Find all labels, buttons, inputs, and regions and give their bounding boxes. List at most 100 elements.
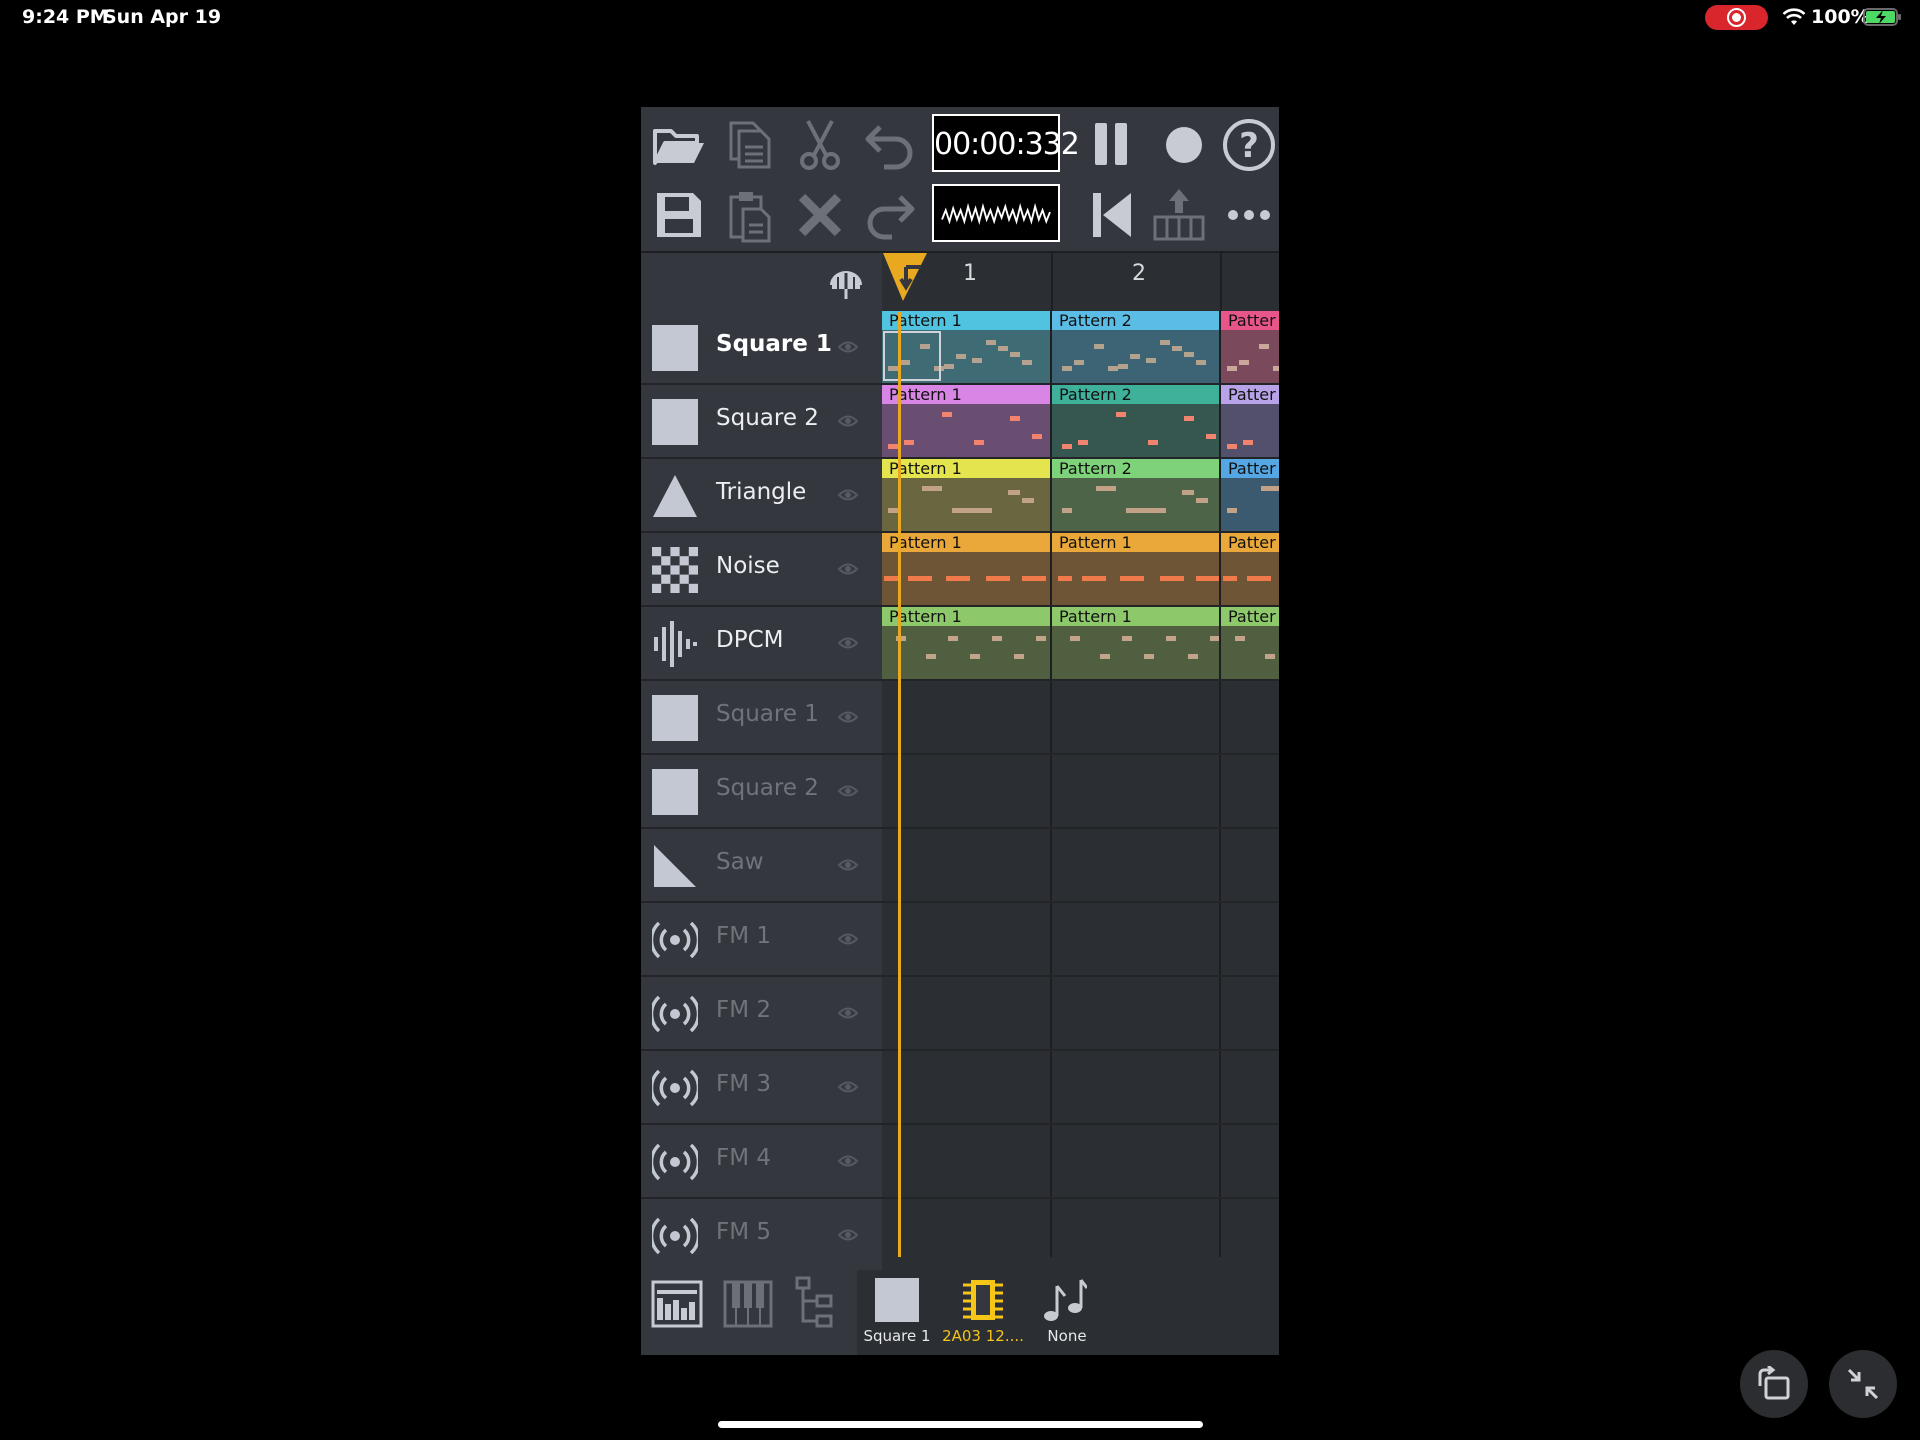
fm-icon[interactable] [649, 1065, 701, 1111]
pattern-block[interactable]: Patter [1221, 311, 1279, 383]
pattern-block[interactable]: Patter [1221, 385, 1279, 457]
channel-row[interactable]: FM 4 [641, 1125, 882, 1199]
visibility-eye-icon[interactable] [837, 487, 859, 503]
fm-icon[interactable] [649, 917, 701, 963]
channel-row[interactable]: FM 2 [641, 977, 882, 1051]
visibility-eye-icon[interactable] [837, 1227, 859, 1243]
expansion-label[interactable]: 2A03 12.... [938, 1327, 1028, 1345]
home-indicator[interactable] [718, 1421, 1203, 1428]
arpeggio-notes-icon[interactable] [1041, 1276, 1087, 1326]
channel-row[interactable]: FM 5 [641, 1199, 882, 1273]
open-folder-icon[interactable] [651, 117, 707, 173]
visibility-eye-icon[interactable] [837, 1005, 859, 1021]
piano-roll-view-icon[interactable] [723, 1280, 773, 1328]
project-explorer-icon[interactable] [795, 1276, 835, 1330]
collapse-button[interactable] [1829, 1350, 1897, 1418]
help-icon[interactable]: ? [1221, 117, 1277, 173]
record-icon[interactable] [1156, 117, 1212, 173]
note [1188, 654, 1198, 659]
fm-icon[interactable] [649, 1213, 701, 1259]
note [1116, 412, 1126, 417]
channel-row[interactable]: Square 2 [641, 385, 882, 459]
channel-row[interactable]: Square 2 [641, 755, 882, 829]
channel-row[interactable]: DPCM [641, 607, 882, 681]
pattern-block[interactable]: Pattern 1 [1052, 607, 1219, 679]
note [1227, 508, 1237, 513]
screen-record-indicator[interactable] [1705, 5, 1768, 30]
channel-row[interactable]: FM 3 [641, 1051, 882, 1125]
instrument-square-icon[interactable] [875, 1278, 919, 1322]
visibility-eye-icon[interactable] [837, 857, 859, 873]
channel-name: Noise [716, 553, 780, 579]
square-wave-icon[interactable] [652, 695, 698, 741]
pattern-block[interactable]: Pattern 2 [1052, 311, 1219, 383]
visibility-eye-icon[interactable] [837, 709, 859, 725]
pattern-block[interactable]: Patter [1221, 607, 1279, 679]
square-wave-icon[interactable] [652, 769, 698, 815]
cut-icon[interactable] [792, 117, 848, 173]
pattern-title: Pattern 1 [882, 311, 1050, 330]
chip-expansion-icon[interactable] [961, 1276, 1005, 1324]
piano-upload-icon[interactable] [1151, 187, 1207, 243]
dpcm-icon[interactable] [652, 621, 698, 667]
rotate-button[interactable] [1740, 1350, 1808, 1418]
more-icon[interactable] [1221, 187, 1277, 243]
pattern-block[interactable]: Pattern 2 [1052, 459, 1219, 531]
square-wave-icon[interactable] [652, 399, 698, 445]
bar-number-1[interactable]: 1 [963, 261, 977, 286]
channel-row[interactable]: FM 1 [641, 903, 882, 977]
time-display[interactable]: 00:00:332 [932, 114, 1080, 172]
ghost-channel-icon[interactable] [826, 265, 866, 301]
save-icon[interactable] [651, 187, 707, 243]
delete-icon[interactable] [792, 187, 848, 243]
pattern-title: Pattern 1 [882, 607, 1050, 626]
visibility-eye-icon[interactable] [837, 339, 859, 355]
oscilloscope-display[interactable] [932, 184, 1060, 242]
pattern-grid[interactable]: Pattern 1 Pattern 2 Patter Pattern 1 Pattern… [882, 311, 1279, 1273]
saw-wave-icon[interactable] [652, 843, 698, 889]
visibility-eye-icon[interactable] [837, 635, 859, 651]
sequencer-view-icon[interactable] [651, 1280, 703, 1328]
note [948, 636, 958, 641]
visibility-eye-icon[interactable] [837, 783, 859, 799]
visibility-eye-icon[interactable] [837, 931, 859, 947]
channel-name: Square 1 [716, 701, 819, 727]
channel-row[interactable]: Saw [641, 829, 882, 903]
pattern-block[interactable]: Pattern 1 [882, 385, 1050, 457]
arpeggio-label[interactable]: None [1022, 1327, 1112, 1345]
visibility-eye-icon[interactable] [837, 1153, 859, 1169]
row-divider [882, 753, 1279, 755]
redo-icon[interactable] [862, 187, 918, 243]
square-wave-icon[interactable] [652, 325, 698, 371]
visibility-eye-icon[interactable] [837, 413, 859, 429]
visibility-eye-icon[interactable] [837, 561, 859, 577]
triangle-wave-icon[interactable] [652, 473, 698, 519]
undo-icon[interactable] [862, 117, 918, 173]
channel-row[interactable]: Noise [641, 533, 882, 607]
channel-row[interactable]: Triangle [641, 459, 882, 533]
pattern-block[interactable]: Patter [1221, 533, 1279, 605]
pattern-block[interactable]: Pattern 1 [882, 459, 1050, 531]
copy-icon[interactable] [721, 117, 777, 173]
battery-charging-icon [1863, 8, 1901, 26]
visibility-eye-icon[interactable] [837, 1079, 859, 1095]
channel-row[interactable]: Square 1 [641, 311, 882, 385]
pattern-block[interactable]: Pattern 1 [882, 607, 1050, 679]
pattern-block[interactable]: Pattern 1 [882, 533, 1050, 605]
paste-icon[interactable] [721, 187, 777, 243]
fm-icon[interactable] [649, 1139, 701, 1185]
pattern-block[interactable]: Pattern 2 [1052, 385, 1219, 457]
playhead-marker-icon[interactable] [881, 251, 931, 305]
bar-number-2[interactable]: 2 [1132, 261, 1146, 286]
channel-row[interactable]: Square 1 [641, 681, 882, 755]
fm-icon[interactable] [649, 991, 701, 1037]
channel-name: FM 2 [716, 997, 772, 1023]
pattern-block[interactable]: Patter [1221, 459, 1279, 531]
rewind-icon[interactable] [1085, 187, 1141, 243]
pattern-notes [882, 552, 1050, 605]
instrument-label[interactable]: Square 1 [852, 1327, 942, 1345]
pause-icon[interactable] [1085, 117, 1141, 173]
noise-icon[interactable] [652, 547, 698, 593]
note [1265, 654, 1275, 659]
pattern-block[interactable]: Pattern 1 [1052, 533, 1219, 605]
